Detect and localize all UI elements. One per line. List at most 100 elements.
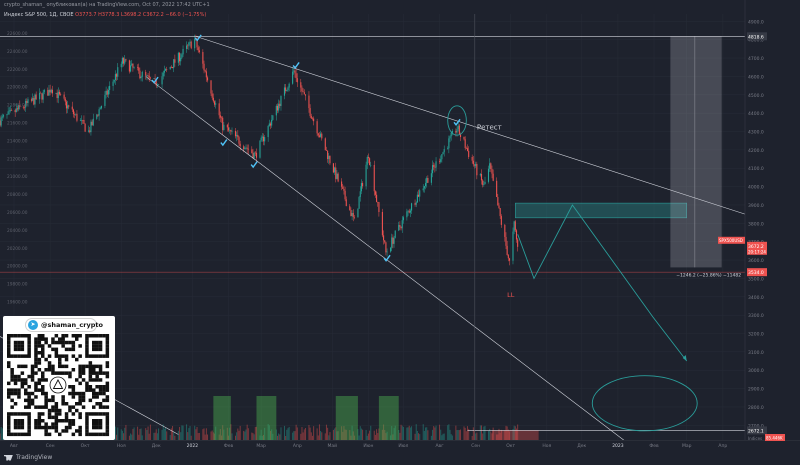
volume-bar — [179, 426, 181, 440]
qr-module — [64, 354, 69, 358]
volume-bar — [443, 433, 445, 440]
time-tick: Сен — [46, 443, 55, 449]
candle-body — [399, 225, 401, 227]
tradingview-brand[interactable]: TradingView — [4, 454, 52, 461]
qr-module — [41, 412, 45, 416]
candle-body — [245, 147, 247, 149]
qr-module — [24, 354, 28, 358]
qr-module — [95, 340, 99, 345]
time-tick: 2023 — [612, 443, 624, 449]
candle-body — [219, 115, 221, 118]
volume-bar — [449, 429, 451, 440]
qr-module — [71, 340, 76, 345]
candle-body — [84, 123, 86, 132]
candle-body — [337, 173, 339, 182]
candle-body — [499, 208, 501, 217]
qr-module — [20, 422, 25, 426]
volume-bar — [435, 425, 437, 440]
qr-module — [44, 357, 48, 362]
candle-body — [107, 89, 109, 95]
volume-highlight — [378, 396, 399, 440]
volume-bar — [162, 424, 164, 440]
volume-bar — [365, 429, 367, 440]
candle-body — [390, 247, 392, 252]
symbol-line: Индекс S&P 500, 1Д, CBOE O3773.7 H3778.3… — [4, 12, 206, 18]
qr-module — [98, 422, 103, 426]
qr-module — [64, 364, 69, 369]
candle-body — [117, 67, 119, 77]
qr-module — [92, 405, 96, 409]
qr-module — [85, 432, 89, 437]
qr-module — [37, 381, 42, 386]
candle-body — [27, 99, 29, 104]
qr-module — [10, 354, 14, 358]
candle-body — [407, 210, 409, 212]
price-tick: 4500.0 — [748, 93, 764, 99]
qr-card[interactable]: ➤ @shaman_crypto — [3, 316, 115, 440]
qr-module — [58, 408, 62, 413]
qr-module — [47, 344, 52, 348]
candle-body — [415, 202, 417, 205]
qr-module — [85, 344, 89, 348]
candle-body — [147, 75, 149, 76]
qr-module — [71, 354, 76, 358]
qr-module — [44, 432, 48, 437]
qr-module — [44, 337, 48, 341]
candle-body — [268, 123, 270, 126]
qr-module — [34, 361, 38, 365]
qr-module — [37, 344, 42, 348]
volume-bar — [235, 435, 237, 440]
candle-body — [189, 41, 191, 43]
candle-body — [304, 94, 307, 96]
qr-module — [95, 395, 99, 399]
volume-bar — [362, 429, 364, 440]
qr-module — [81, 371, 86, 375]
volume-bar — [177, 430, 179, 440]
qr-module — [78, 412, 82, 416]
volume-bar — [366, 435, 368, 440]
candle-body — [11, 110, 13, 111]
qr-module — [30, 378, 35, 382]
qr-module — [47, 354, 52, 358]
left-axis-tick: 21000.00 — [7, 174, 28, 180]
qr-module — [68, 385, 72, 389]
time-tick: Авг — [10, 443, 19, 449]
qr-module — [61, 340, 65, 345]
qr-module — [41, 351, 45, 355]
qr-module — [34, 395, 38, 399]
qr-module — [105, 364, 110, 369]
qr-module — [98, 432, 103, 437]
candle-body — [441, 154, 443, 160]
candle-body — [414, 203, 416, 205]
price-chart[interactable]: −1246.2 (−25.86%) −11482 Ретест LL 4900.0… — [0, 0, 800, 465]
qr-module — [61, 354, 65, 358]
volume-bar — [197, 433, 199, 440]
qr-module — [58, 357, 62, 362]
candle-body — [475, 163, 477, 167]
candle-body — [360, 183, 362, 192]
qr-module — [20, 371, 25, 375]
qr-module — [88, 354, 93, 358]
volume-bar — [309, 427, 311, 440]
qr-module — [54, 371, 59, 375]
left-axis-tick: 21600.00 — [7, 121, 28, 127]
measure-label: −1246.2 (−25.86%) −11482 — [676, 272, 741, 278]
qr-module — [92, 344, 96, 348]
qr-module — [27, 412, 31, 416]
candle-body — [506, 245, 508, 256]
candle-body — [296, 78, 298, 83]
candle-body — [138, 67, 140, 71]
qr-module — [13, 422, 18, 426]
qr-module — [85, 422, 89, 426]
volume-bar — [415, 424, 417, 440]
qr-module — [78, 398, 82, 403]
qr-module — [88, 361, 93, 365]
qr-module — [105, 415, 110, 420]
qr-module — [78, 391, 82, 396]
qr-module — [24, 334, 28, 338]
volume-bar — [373, 430, 375, 440]
candle-body — [463, 136, 465, 140]
qr-module — [54, 415, 59, 420]
qr-module — [44, 402, 48, 406]
candle-body — [116, 74, 118, 77]
